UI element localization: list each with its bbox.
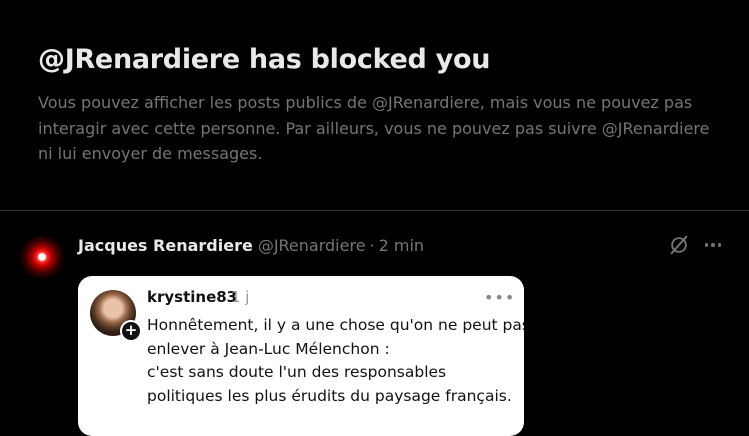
post-time[interactable]: 2 min — [379, 236, 424, 255]
embedded-username: krystine83 — [147, 288, 238, 306]
blocked-title: @JRenardiere has blocked you — [38, 44, 491, 75]
author-name[interactable]: Jacques Renardiere — [78, 236, 253, 255]
author-handle[interactable]: @JRenardiere — [258, 236, 366, 255]
post-header: Jacques Renardiere @JRenardiere · 2 min — [78, 233, 424, 257]
embedded-post-text: Honnêtement, il y a une chose qu'on ne p… — [147, 314, 524, 408]
embedded-line: politiques les plus érudits du paysage f… — [147, 386, 512, 405]
embedded-line: Honnêtement, il y a une chose qu'on ne p… — [147, 316, 524, 334]
embedded-line: enlever à Jean-Luc Mélenchon : — [147, 339, 390, 358]
embedded-post-age: 1 j — [231, 288, 250, 306]
plus-icon: + — [120, 320, 142, 342]
more-options-icon[interactable] — [702, 234, 724, 256]
divider — [0, 210, 749, 211]
author-avatar[interactable] — [20, 235, 64, 279]
blocked-message: Vous pouvez afficher les posts publics d… — [38, 93, 710, 163]
grok-slash-icon[interactable] — [668, 234, 690, 256]
embedded-line: c'est sans doute l'un des responsables — [147, 363, 447, 381]
blocked-notice: @JRenardiere has blocked you Vous pouvez… — [38, 40, 738, 167]
embedded-menu-icon: ••• — [484, 288, 516, 307]
separator-dot: · — [369, 235, 375, 255]
post-media-screenshot[interactable]: + krystine83 1 j ••• Honnêtement, il y a… — [78, 276, 524, 436]
